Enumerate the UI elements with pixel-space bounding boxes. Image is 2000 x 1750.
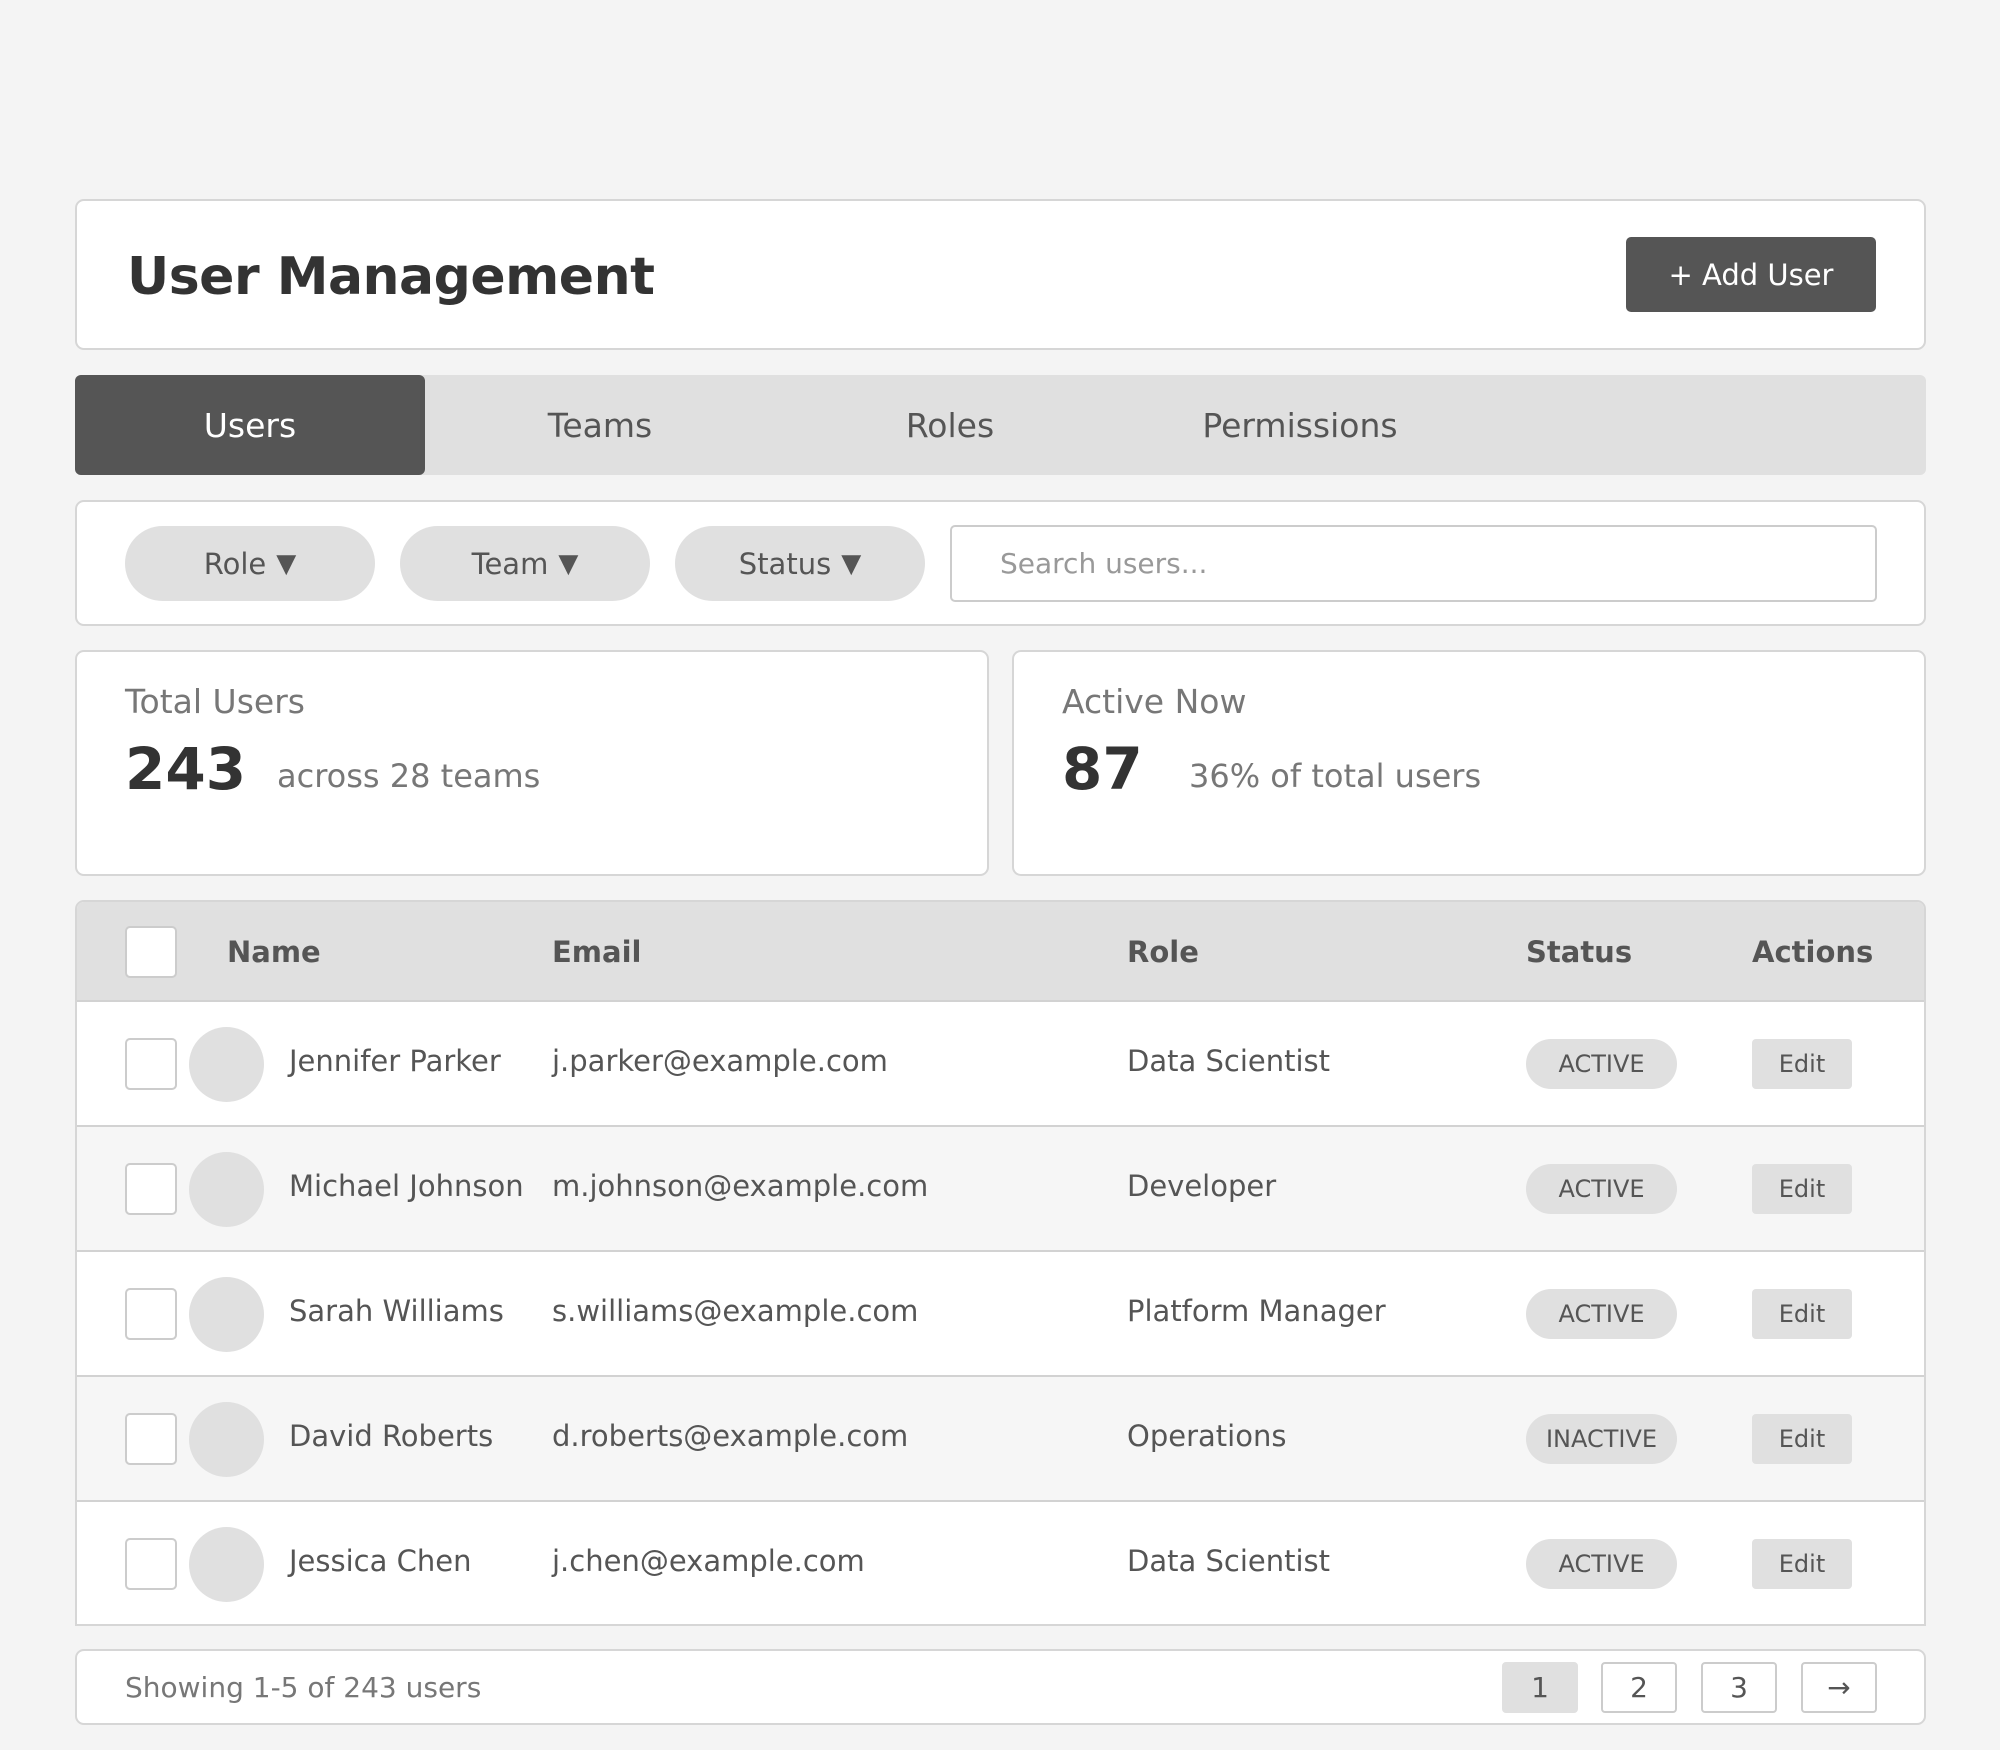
page-title: User Management <box>127 247 655 307</box>
user-management-page: User Management + Add User Users Teams R… <box>0 0 2000 1750</box>
tab-permissions[interactable]: Permissions <box>1125 375 1475 475</box>
tab-roles[interactable]: Roles <box>775 375 1125 475</box>
pagination-bar: Showing 1-5 of 243 users 1 2 3 → <box>75 1649 1926 1725</box>
total-users-subtext: across 28 teams <box>277 757 541 795</box>
page-button-1[interactable]: 1 <box>1502 1662 1578 1713</box>
search-input[interactable] <box>950 525 1877 602</box>
table-row[interactable]: Sarah Williams s.williams@example.com Pl… <box>77 1252 1924 1377</box>
edit-button[interactable]: Edit <box>1752 1164 1852 1214</box>
column-header-actions: Actions <box>1752 935 1874 969</box>
user-email: j.parker@example.com <box>552 1044 888 1078</box>
active-now-card: Active Now 87 36% of total users <box>1012 650 1926 876</box>
status-badge: ACTIVE <box>1526 1039 1677 1089</box>
user-email: s.williams@example.com <box>552 1294 919 1328</box>
status-filter-label: Status <box>738 546 832 581</box>
add-user-button[interactable]: + Add User <box>1626 237 1876 312</box>
next-page-arrow-icon[interactable]: → <box>1801 1662 1877 1713</box>
user-name: Jessica Chen <box>289 1544 472 1578</box>
total-users-value: 243 <box>125 735 247 803</box>
table-header: Name Email Role Status Actions <box>77 902 1924 1002</box>
total-users-label: Total Users <box>125 682 305 721</box>
team-filter-dropdown[interactable]: Team ▼ <box>400 526 650 601</box>
pagination-summary: Showing 1-5 of 243 users <box>125 1671 482 1704</box>
filter-bar: Role ▼ Team ▼ Status ▼ <box>75 500 1926 626</box>
avatar <box>189 1402 264 1477</box>
edit-button[interactable]: Edit <box>1752 1414 1852 1464</box>
active-now-subtext: 36% of total users <box>1189 757 1482 795</box>
status-badge: ACTIVE <box>1526 1289 1677 1339</box>
user-name: Jennifer Parker <box>289 1044 501 1078</box>
status-filter-dropdown[interactable]: Status ▼ <box>675 526 925 601</box>
avatar <box>189 1152 264 1227</box>
column-header-name[interactable]: Name <box>227 935 321 969</box>
user-role: Platform Manager <box>1127 1294 1386 1328</box>
caret-down-icon: ▼ <box>558 548 579 579</box>
table-row[interactable]: Jennifer Parker j.parker@example.com Dat… <box>77 1002 1924 1127</box>
avatar <box>189 1277 264 1352</box>
status-badge: ACTIVE <box>1526 1164 1677 1214</box>
row-checkbox[interactable] <box>125 1163 177 1215</box>
page-button-2[interactable]: 2 <box>1601 1662 1677 1713</box>
user-email: d.roberts@example.com <box>552 1419 909 1453</box>
tab-teams[interactable]: Teams <box>425 375 775 475</box>
user-name: David Roberts <box>289 1419 494 1453</box>
avatar <box>189 1027 264 1102</box>
table-row[interactable]: David Roberts d.roberts@example.com Oper… <box>77 1377 1924 1502</box>
active-now-value: 87 <box>1062 735 1143 803</box>
row-checkbox[interactable] <box>125 1038 177 1090</box>
users-table: Name Email Role Status Actions Jennifer … <box>75 900 1926 1626</box>
row-checkbox[interactable] <box>125 1538 177 1590</box>
caret-down-icon: ▼ <box>276 548 297 579</box>
user-email: m.johnson@example.com <box>552 1169 929 1203</box>
caret-down-icon: ▼ <box>841 548 862 579</box>
total-users-card: Total Users 243 across 28 teams <box>75 650 989 876</box>
edit-button[interactable]: Edit <box>1752 1539 1852 1589</box>
page-button-3[interactable]: 3 <box>1701 1662 1777 1713</box>
header-card: User Management + Add User <box>75 199 1926 350</box>
user-name: Michael Johnson <box>289 1169 524 1203</box>
column-header-role[interactable]: Role <box>1127 935 1199 969</box>
select-all-checkbox[interactable] <box>125 926 177 978</box>
edit-button[interactable]: Edit <box>1752 1289 1852 1339</box>
edit-button[interactable]: Edit <box>1752 1039 1852 1089</box>
table-row[interactable]: Michael Johnson m.johnson@example.com De… <box>77 1127 1924 1252</box>
tab-bar: Users Teams Roles Permissions <box>75 375 1926 475</box>
role-filter-dropdown[interactable]: Role ▼ <box>125 526 375 601</box>
row-checkbox[interactable] <box>125 1288 177 1340</box>
tab-users[interactable]: Users <box>75 375 425 475</box>
user-role: Developer <box>1127 1169 1277 1203</box>
user-role: Data Scientist <box>1127 1544 1330 1578</box>
table-row[interactable]: Jessica Chen j.chen@example.com Data Sci… <box>77 1502 1924 1624</box>
user-email: j.chen@example.com <box>552 1544 865 1578</box>
team-filter-label: Team <box>471 546 549 581</box>
avatar <box>189 1527 264 1602</box>
column-header-status[interactable]: Status <box>1526 935 1632 969</box>
column-header-email[interactable]: Email <box>552 935 641 969</box>
role-filter-label: Role <box>203 546 267 581</box>
user-role: Operations <box>1127 1419 1287 1453</box>
user-name: Sarah Williams <box>289 1294 504 1328</box>
status-badge: INACTIVE <box>1526 1414 1677 1464</box>
active-now-label: Active Now <box>1062 682 1247 721</box>
row-checkbox[interactable] <box>125 1413 177 1465</box>
user-role: Data Scientist <box>1127 1044 1330 1078</box>
status-badge: ACTIVE <box>1526 1539 1677 1589</box>
